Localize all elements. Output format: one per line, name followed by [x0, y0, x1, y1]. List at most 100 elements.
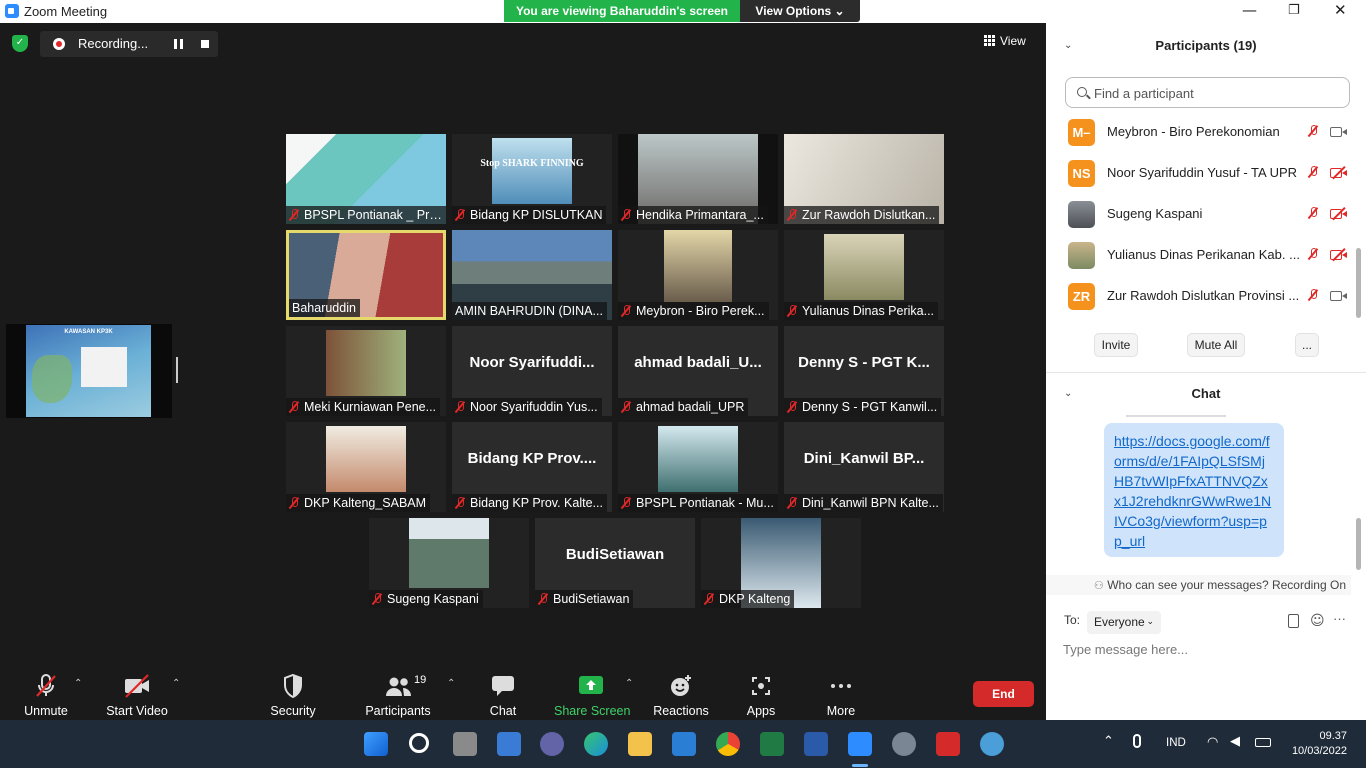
word-icon[interactable] [804, 732, 828, 756]
video-tile[interactable]: Sugeng Kaspani [369, 518, 529, 608]
video-options-caret-icon[interactable]: ⌃ [172, 678, 180, 689]
chat-message-link[interactable]: https://docs.google.com/forms/d/e/1FAIpQ… [1104, 415, 1284, 557]
stop-recording-icon[interactable] [201, 40, 209, 48]
share-caret-icon[interactable]: ⌃ [625, 678, 633, 689]
more-button[interactable]: More [822, 666, 860, 720]
meeting-toolbar: Unmute ⌃ Start Video ⌃ Security 19 Parti… [0, 666, 1046, 720]
security-button[interactable]: Security [266, 666, 320, 720]
participants-scrollbar[interactable] [1356, 248, 1361, 318]
widgets-icon[interactable] [497, 732, 521, 756]
chrome-icon[interactable] [716, 732, 740, 756]
video-tile[interactable]: Denny S - PGT K... Denny S - PGT Kanwil..… [784, 326, 944, 416]
split-handle[interactable] [176, 357, 178, 383]
video-tile[interactable]: DKP Kalteng [701, 518, 861, 608]
volume-icon[interactable]: ◀ [1230, 734, 1240, 749]
participant-row[interactable]: ZR Zur Rawdoh Dislutkan Provinsi ... [1068, 283, 1358, 311]
end-meeting-button[interactable]: End [973, 681, 1034, 707]
invite-button[interactable]: Invite [1094, 333, 1138, 357]
video-off-icon[interactable] [1330, 208, 1348, 219]
participant-row[interactable]: Yulianus Dinas Perikanan Kab. ... [1068, 242, 1358, 270]
video-tile[interactable]: Meybron - Biro Perek... [618, 230, 778, 320]
minimize-icon[interactable]: — [1242, 1, 1257, 19]
participants-caret-icon[interactable]: ⌃ [447, 678, 455, 689]
video-tile[interactable]: Baharuddin [286, 230, 446, 320]
video-tile[interactable]: ahmad badali_U... ahmad badali_UPR [618, 326, 778, 416]
video-tile[interactable]: Stop SHARK FINNING Bidang KP DISLUTKAN [452, 134, 612, 224]
wifi-icon[interactable]: ◠ [1207, 735, 1218, 750]
teams-chat-icon[interactable] [540, 732, 564, 756]
participant-row[interactable]: M– Meybron - Biro Perekonomian [1068, 119, 1358, 147]
battery-icon[interactable] [1255, 738, 1271, 747]
participant-name: Bidang KP DISLUTKAN [470, 208, 603, 222]
video-tile[interactable]: Meki Kurniawan Pene... [286, 326, 446, 416]
edge-icon[interactable] [584, 732, 608, 756]
video-icon[interactable] [1330, 126, 1348, 137]
video-tile[interactable]: Dini_Kanwil BP... Dini_Kanwil BPN Kalte..… [784, 422, 944, 512]
start-video-button[interactable]: Start Video [104, 666, 170, 720]
video-tile[interactable]: BudiSetiawan BudiSetiawan [535, 518, 695, 608]
settings-icon[interactable] [892, 732, 916, 756]
network-globe-icon[interactable] [980, 732, 1004, 756]
participant-name: Noor Syarifuddin Yusuf - TA UPR [1107, 165, 1298, 180]
video-tile[interactable]: BPSPL Pontianak - Mu... [618, 422, 778, 512]
tray-chevron-icon[interactable]: ⌃ [1103, 734, 1114, 749]
start-icon[interactable] [364, 732, 388, 756]
participant-row[interactable]: NS Noor Syarifuddin Yusuf - TA UPR [1068, 160, 1358, 188]
encryption-shield-icon[interactable]: ✓ [12, 35, 28, 52]
close-icon[interactable]: ✕ [1334, 1, 1347, 19]
video-tile[interactable]: Bidang KP Prov.... Bidang KP Prov. Kalte.… [452, 422, 612, 512]
unmute-button[interactable]: Unmute [20, 666, 72, 720]
view-button[interactable]: View [984, 34, 1026, 48]
muted-mic-icon[interactable] [1308, 125, 1318, 137]
unmute-label: Unmute [24, 704, 68, 718]
share-screen-button[interactable]: Share Screen [554, 666, 630, 720]
file-explorer-icon[interactable] [628, 732, 652, 756]
acrobat-icon[interactable] [936, 732, 960, 756]
restore-icon[interactable]: ❐ [1288, 3, 1300, 18]
video-tile[interactable]: BPSPL Pontianak _ Pri... [286, 134, 446, 224]
audio-options-caret-icon[interactable]: ⌃ [74, 678, 82, 689]
chat-privacy-note[interactable]: ⚇ Who can see your messages? Recording O… [1046, 575, 1351, 595]
video-tile[interactable]: Zur Rawdoh Dislutkan... [784, 134, 944, 224]
muted-mic-icon[interactable] [1308, 248, 1318, 260]
recipient-select[interactable]: Everyone ⌄ [1087, 611, 1161, 634]
participant-row[interactable]: Sugeng Kaspani [1068, 201, 1358, 229]
mute-all-button[interactable]: Mute All [1187, 333, 1245, 357]
file-icon[interactable] [1288, 614, 1299, 628]
participants-button[interactable]: 19 Participants [364, 666, 432, 720]
chat-more-icon[interactable]: ··· [1333, 611, 1346, 626]
chat-scrollbar[interactable] [1356, 518, 1361, 570]
participant-name: Bidang KP Prov. Kalte... [470, 496, 603, 510]
chat-button[interactable]: Chat [486, 666, 520, 720]
clock-time: 09.37 [1319, 730, 1347, 742]
zoom-taskbar-icon[interactable] [848, 732, 872, 756]
video-tile[interactable]: AMIN BAHRUDIN (DINA... [452, 230, 612, 320]
video-icon[interactable] [1330, 290, 1348, 301]
chat-input[interactable]: Type message here... [1063, 642, 1188, 657]
video-tile[interactable]: DKP Kalteng_SABAM [286, 422, 446, 512]
shared-screen-thumbnail[interactable]: KAWASAN KP3K [6, 324, 172, 418]
video-tile[interactable]: Noor Syarifuddi... Noor Syarifuddin Yus..… [452, 326, 612, 416]
video-tile[interactable]: Hendika Primantara_... [618, 134, 778, 224]
reactions-button[interactable]: Reactions [653, 666, 709, 720]
language-indicator[interactable]: IND [1166, 737, 1186, 749]
taskbar-clock[interactable]: 09.37 10/03/2022 [1285, 729, 1347, 759]
muted-mic-icon[interactable] [1308, 166, 1318, 178]
video-off-icon[interactable] [1330, 167, 1348, 178]
task-view-icon[interactable] [453, 732, 477, 756]
apps-button[interactable]: Apps [742, 666, 780, 720]
mail-icon[interactable] [672, 732, 696, 756]
participants-more-button[interactable]: ... [1295, 333, 1319, 357]
excel-icon[interactable] [760, 732, 784, 756]
participant-search-input[interactable]: Find a participant [1065, 77, 1350, 108]
search-icon[interactable] [409, 733, 429, 753]
pause-recording-icon[interactable] [174, 39, 183, 49]
video-tile[interactable]: Yulianus Dinas Perika... [784, 230, 944, 320]
muted-mic-icon[interactable] [1308, 289, 1318, 301]
emoji-icon[interactable]: ☺ [1310, 613, 1325, 629]
video-off-icon[interactable] [1330, 249, 1348, 260]
view-options-button[interactable]: View Options ⌄ [740, 0, 860, 22]
tray-mic-icon[interactable] [1133, 734, 1141, 748]
participant-name: Zur Rawdoh Dislutkan... [802, 208, 936, 222]
muted-mic-icon[interactable] [1308, 207, 1318, 219]
